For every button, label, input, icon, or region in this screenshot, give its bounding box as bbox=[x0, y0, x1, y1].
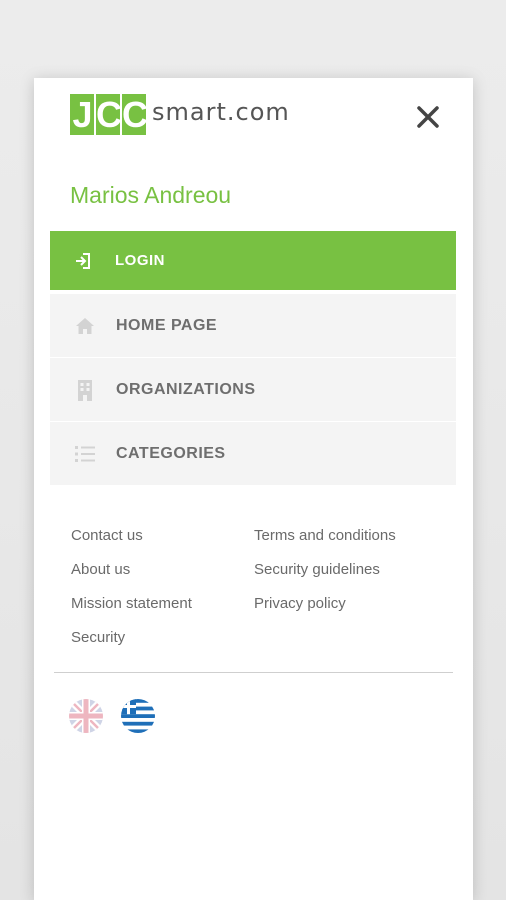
main-menu: HOME PAGE ORGANIZATIONS CATEGORIES bbox=[50, 294, 456, 485]
link-contact-us[interactable]: Contact us bbox=[71, 526, 192, 560]
logo-letter: C bbox=[96, 94, 122, 135]
menu-item-label: ORGANIZATIONS bbox=[116, 380, 256, 398]
login-icon bbox=[76, 252, 90, 269]
footer-links-left: Contact us About us Mission statement Se… bbox=[71, 526, 192, 662]
menu-item-home-page[interactable]: HOME PAGE bbox=[50, 294, 456, 358]
link-privacy-policy[interactable]: Privacy policy bbox=[254, 594, 396, 628]
language-english[interactable] bbox=[69, 699, 103, 733]
footer-links-right: Terms and conditions Security guidelines… bbox=[254, 526, 396, 628]
language-selector bbox=[69, 699, 173, 733]
menu-item-label: HOME PAGE bbox=[116, 316, 218, 334]
side-menu-panel: J C C smart.com Marios Andreou LOGIN HOM… bbox=[34, 78, 473, 900]
divider bbox=[54, 672, 453, 673]
login-label: LOGIN bbox=[115, 252, 165, 269]
link-about-us[interactable]: About us bbox=[71, 560, 192, 594]
user-name: Marios Andreou bbox=[70, 182, 232, 208]
building-icon bbox=[78, 379, 92, 401]
close-button[interactable] bbox=[415, 104, 441, 130]
link-security-guidelines[interactable]: Security guidelines bbox=[254, 560, 396, 594]
jccsmart-logo[interactable]: J C C smart.com bbox=[70, 94, 290, 135]
close-icon bbox=[417, 106, 439, 128]
language-greek[interactable] bbox=[121, 699, 155, 733]
uk-flag-icon bbox=[69, 699, 103, 733]
link-security[interactable]: Security bbox=[71, 628, 192, 662]
list-icon bbox=[75, 445, 95, 462]
menu-item-categories[interactable]: CATEGORIES bbox=[50, 422, 456, 485]
logo-letter: J bbox=[70, 94, 94, 135]
menu-item-organizations[interactable]: ORGANIZATIONS bbox=[50, 358, 456, 422]
menu-item-label: CATEGORIES bbox=[116, 444, 226, 462]
link-terms-and-conditions[interactable]: Terms and conditions bbox=[254, 526, 396, 560]
login-button[interactable]: LOGIN bbox=[50, 231, 456, 290]
link-mission-statement[interactable]: Mission statement bbox=[71, 594, 192, 628]
logo-suffix: smart.com bbox=[152, 97, 290, 126]
greece-flag-icon bbox=[121, 699, 155, 733]
home-icon bbox=[76, 317, 94, 334]
logo-letter: C bbox=[122, 94, 148, 135]
